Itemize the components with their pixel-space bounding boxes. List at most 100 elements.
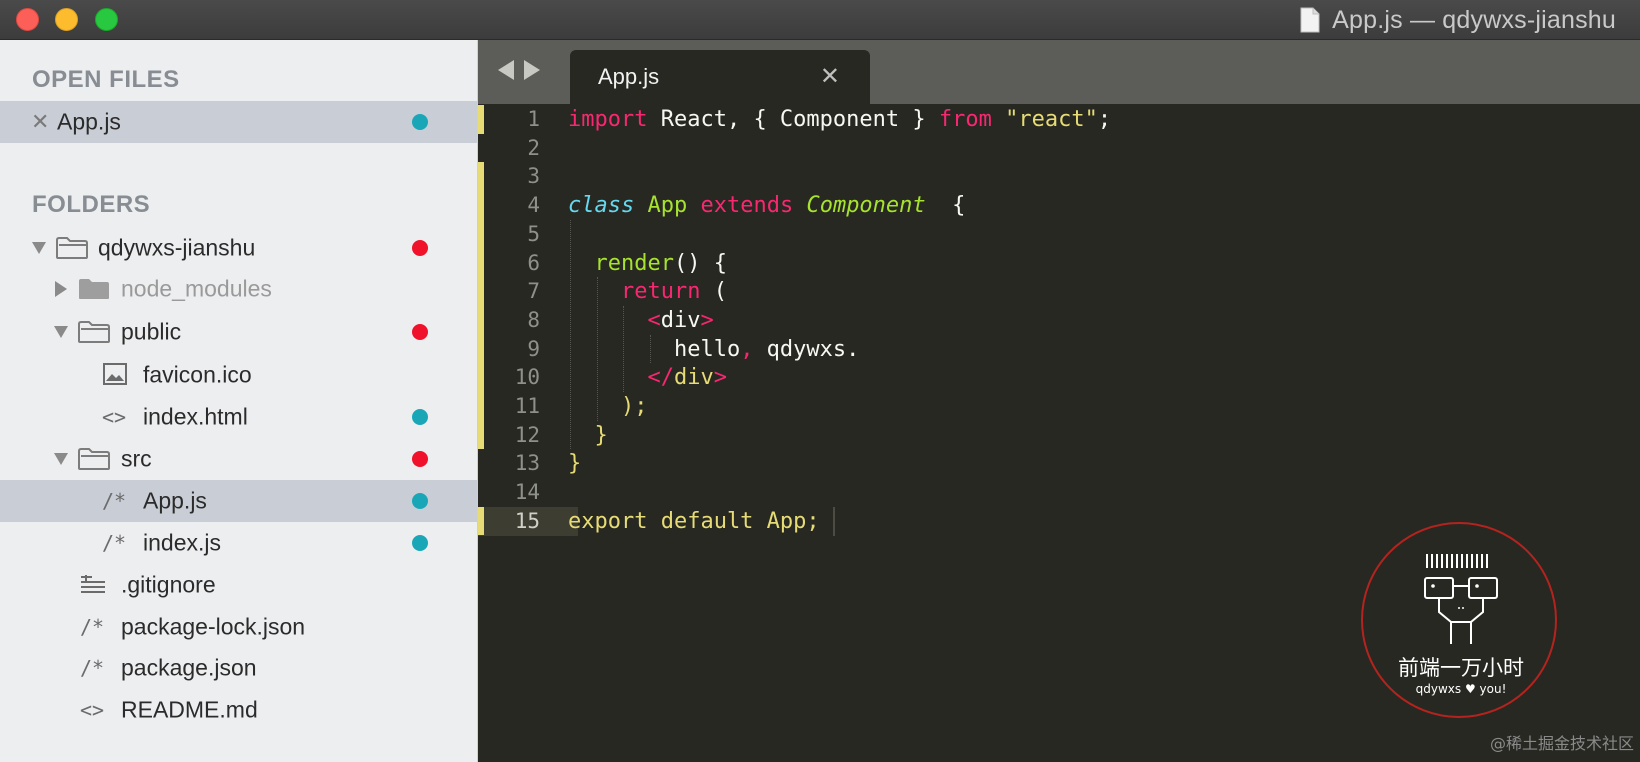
status-dot-teal — [412, 493, 428, 509]
code-line[interactable]: </div> — [568, 363, 727, 392]
code-token: > — [713, 365, 727, 391]
code-token: { — [925, 193, 966, 219]
code-token: } — [568, 451, 582, 477]
code-token: App — [647, 193, 688, 219]
disclosure-open-icon[interactable] — [32, 242, 46, 254]
code-line[interactable]: import React, { Component } from "react"… — [568, 105, 1111, 134]
open-file-item[interactable]: ✕ App.js — [0, 101, 477, 143]
title-bar: App.js — qdywxs-jianshu — [0, 0, 1640, 40]
tree-file-readme[interactable]: <> README.md — [0, 689, 477, 731]
line-number-gutter: 1 2 3 4 5 6 7 8 9 10 11 12 13 14 15 — [478, 104, 578, 762]
code-token: import — [568, 107, 648, 132]
code-token: </ — [647, 365, 674, 391]
code-line[interactable]: <div> — [568, 306, 713, 335]
disclosure-open-icon[interactable] — [54, 453, 68, 465]
code-line[interactable]: ); — [568, 392, 648, 421]
window-minimize-button[interactable] — [55, 8, 78, 31]
line-number: 14 — [514, 480, 540, 505]
code-token: < — [647, 307, 661, 333]
indent-guide — [570, 219, 571, 450]
close-file-icon[interactable]: ✕ — [31, 109, 49, 135]
code-token: return — [620, 279, 701, 305]
watermark-badge: 前端一万小时 qdywxs ♥ you! — [1361, 522, 1557, 718]
line-number: 5 — [527, 221, 540, 246]
tree-file-package-json[interactable]: /* package.json — [0, 647, 477, 689]
close-tab-icon[interactable]: ✕ — [820, 62, 840, 91]
open-files-header: OPEN FILES — [32, 66, 180, 93]
code-token: from — [938, 107, 992, 132]
disclosure-closed-icon[interactable] — [55, 281, 67, 297]
code-line[interactable]: hello, qdywxs. — [568, 335, 859, 364]
code-token: extends — [700, 193, 794, 219]
code-token: div — [673, 365, 714, 391]
tree-file-package-lock[interactable]: /* package-lock.json — [0, 606, 477, 648]
tree-file-index-html[interactable]: <> index.html — [0, 396, 477, 438]
document-icon — [1300, 7, 1320, 33]
markup-file-icon: <> — [102, 405, 127, 429]
line-number: 10 — [514, 365, 540, 390]
tree-file-app-js[interactable]: /* App.js — [0, 480, 477, 522]
tree-folder-src[interactable]: src — [0, 438, 477, 480]
code-token: qdywxs. — [753, 336, 860, 362]
window-title-area: App.js — qdywxs-jianshu — [1300, 0, 1616, 40]
chevron-left-icon[interactable] — [498, 60, 514, 80]
line-number: 11 — [514, 394, 540, 418]
code-token: hello — [568, 336, 741, 362]
watermark-subtitle: qdywxs ♥ you! — [1415, 682, 1507, 696]
code-line[interactable]: return ( — [568, 277, 727, 306]
status-dot-red — [412, 240, 428, 256]
image-file-icon — [103, 363, 127, 385]
code-line[interactable]: export default App; — [568, 507, 820, 536]
tree-label: index.html — [143, 403, 248, 430]
chevron-right-icon[interactable] — [524, 60, 540, 80]
code-token: export default App; — [568, 508, 820, 534]
tree-folder-public[interactable]: public — [0, 311, 477, 353]
tree-file-index-js[interactable]: /* index.js — [0, 522, 477, 564]
tree-label: package.json — [121, 654, 257, 681]
script-file-icon: /* — [80, 656, 105, 680]
tree-label: favicon.ico — [143, 361, 252, 388]
tree-label: package-lock.json — [121, 613, 306, 640]
tree-label: README.md — [121, 696, 258, 723]
code-token: () { — [673, 250, 727, 276]
code-line[interactable]: } — [568, 449, 581, 478]
code-line[interactable]: render() { — [568, 249, 727, 278]
code-line[interactable]: class App extends Component { — [568, 191, 965, 220]
disclosure-open-icon[interactable] — [54, 326, 68, 338]
tree-label: public — [121, 318, 182, 345]
window-zoom-button[interactable] — [95, 8, 118, 31]
window-close-button[interactable] — [16, 8, 39, 31]
code-token: ; — [1097, 107, 1112, 132]
sidebar: OPEN FILES ✕ App.js FOLDERS qdywxs-jians… — [0, 40, 478, 762]
line-number: 2 — [527, 135, 540, 160]
text-caret — [832, 506, 835, 536]
tab-navigation — [498, 60, 540, 80]
code-token: Component — [806, 193, 926, 219]
tree-file-favicon[interactable]: favicon.ico — [0, 354, 477, 396]
tab-app-js[interactable]: App.js ✕ — [570, 50, 870, 104]
folder-open-icon — [56, 237, 88, 259]
tree-folder-root[interactable]: qdywxs-jianshu — [0, 227, 477, 269]
script-file-icon: /* — [102, 489, 127, 513]
line-number: 13 — [514, 451, 540, 476]
code-token: } — [594, 422, 608, 448]
markup-file-icon: <> — [80, 698, 105, 722]
code-line[interactable]: } — [568, 421, 608, 450]
tree-folder-node-modules[interactable]: node_modules — [0, 268, 477, 310]
tree-label: index.js — [143, 529, 221, 556]
tree-label: .gitignore — [121, 571, 216, 598]
code-token: , — [740, 336, 754, 362]
code-token: class — [568, 193, 635, 219]
line-number: 15 — [514, 508, 540, 533]
tree-file-gitignore[interactable]: .gitignore — [0, 564, 477, 606]
status-dot-red — [412, 324, 428, 340]
indent-guide — [596, 277, 598, 421]
open-file-label: App.js — [57, 108, 121, 135]
folder-open-icon — [78, 448, 110, 470]
